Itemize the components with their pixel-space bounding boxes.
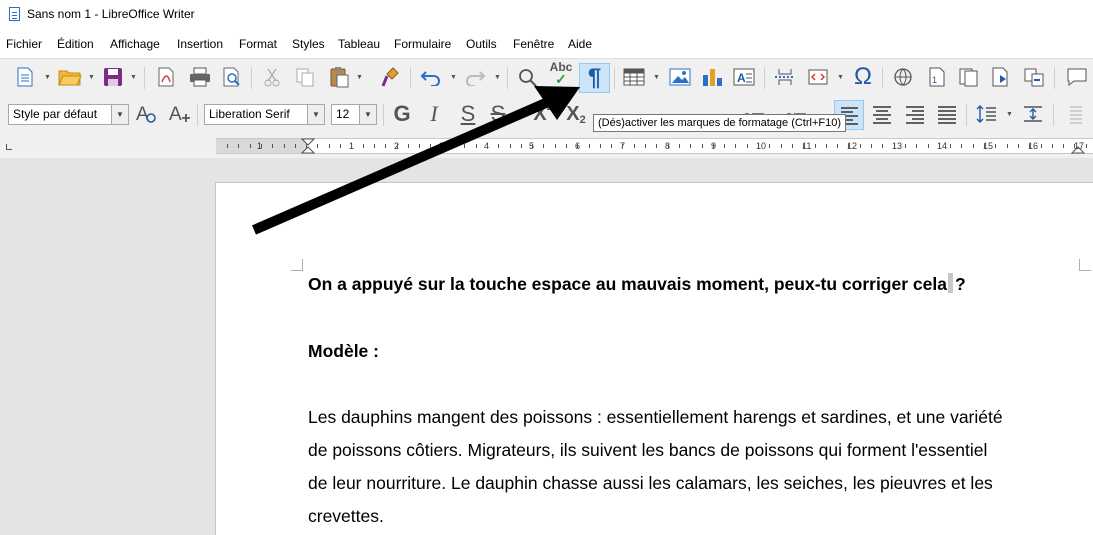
- annotation-arrow: [252, 86, 580, 235]
- arrow-shaft: [252, 97, 550, 235]
